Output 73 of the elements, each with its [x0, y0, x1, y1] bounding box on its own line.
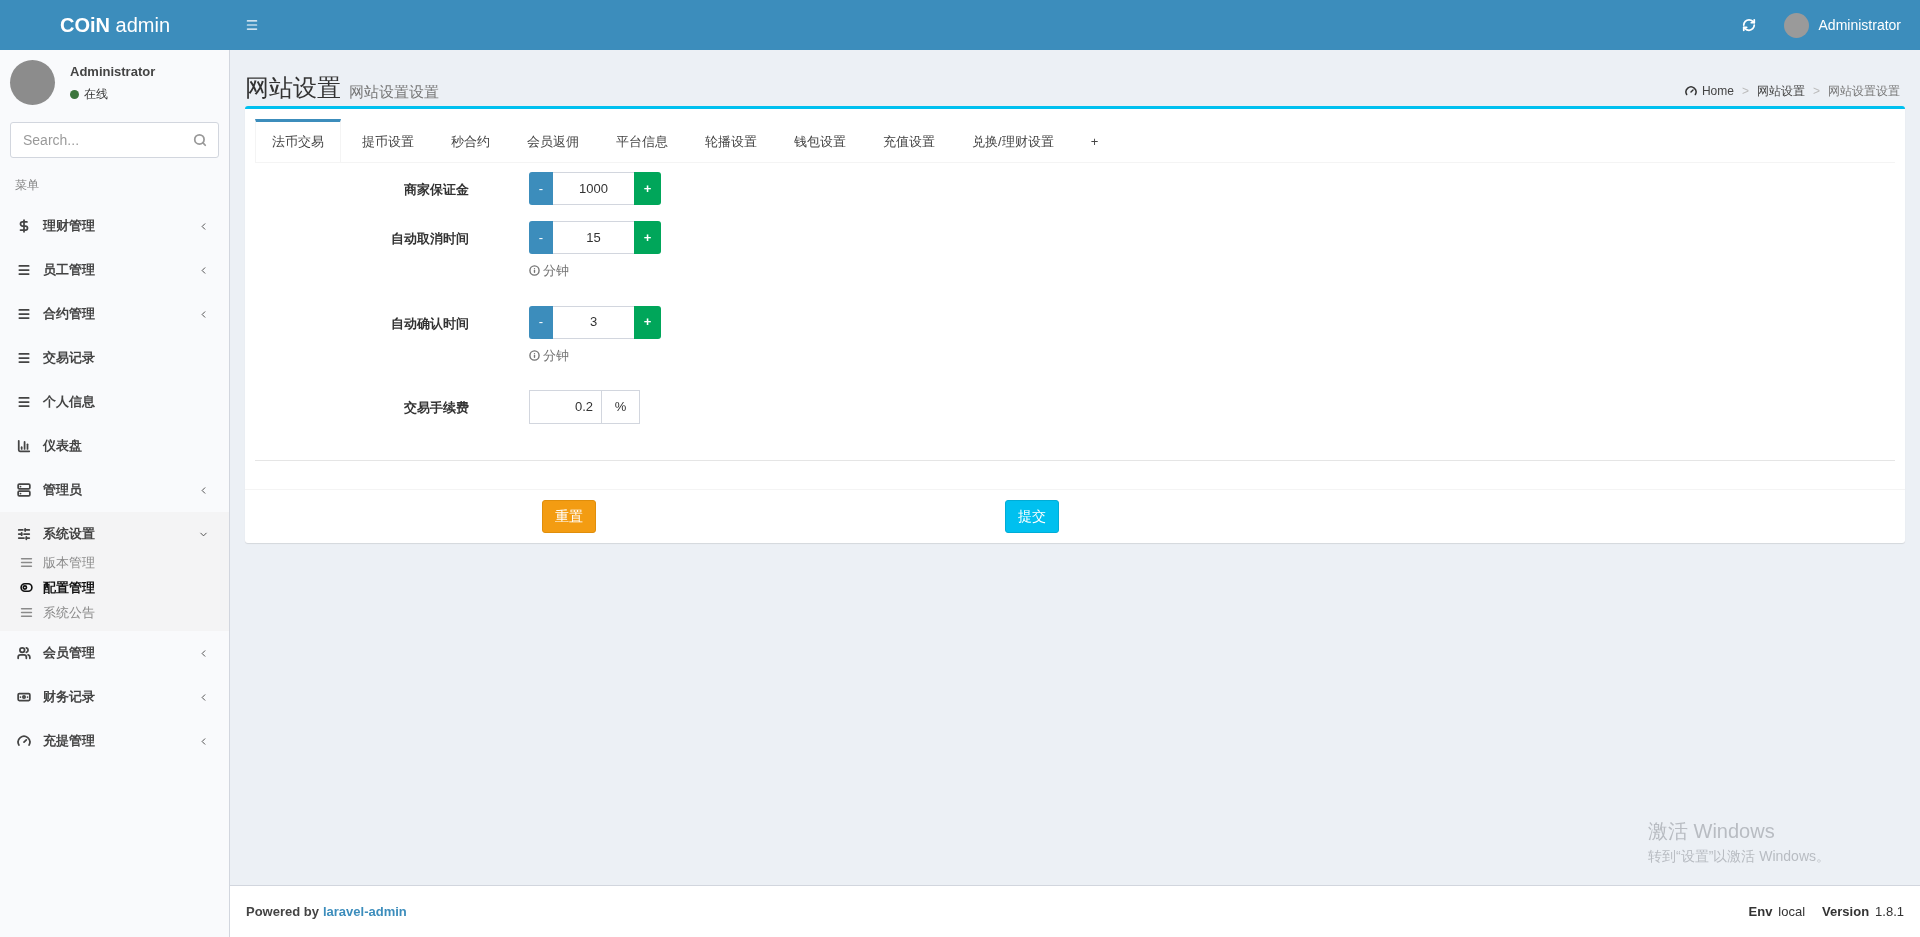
breadcrumb-link[interactable]: 网站设置	[1757, 82, 1805, 100]
info-icon	[529, 349, 540, 361]
sidebar-item[interactable]: 个人信息	[0, 380, 229, 424]
server-icon	[17, 483, 31, 497]
toggle-icon	[20, 581, 33, 594]
sidebar-item[interactable]: 充提管理	[0, 719, 229, 763]
tab[interactable]: 充值设置	[867, 119, 951, 162]
help-text: 分钟	[543, 346, 569, 365]
logo[interactable]: COiN admin	[0, 10, 230, 40]
refresh-icon[interactable]	[1741, 18, 1756, 32]
field-label: 交易手续费	[403, 399, 469, 417]
number-input[interactable]: 1000	[553, 172, 634, 205]
decrement-button[interactable]: -	[529, 305, 553, 339]
bar-chart-icon	[17, 439, 31, 453]
breadcrumb-separator: >	[1813, 83, 1820, 100]
unit-addon: %	[602, 390, 640, 424]
menu-icon	[20, 606, 33, 619]
menu-icon[interactable]	[245, 18, 259, 32]
help-text: 分钟	[543, 262, 569, 280]
env-label: Env	[1748, 902, 1773, 921]
sliders-icon	[17, 527, 31, 541]
number-input[interactable]: 0.2	[529, 390, 602, 424]
user-avatar	[10, 60, 55, 105]
menu-icon	[17, 263, 31, 277]
footer-link[interactable]: laravel-admin	[322, 901, 407, 922]
sidebar-item[interactable]: 合约管理	[0, 292, 229, 336]
user-name: Administrator	[70, 62, 156, 81]
menu-heading: 菜单	[14, 177, 40, 194]
breadcrumb-separator: >	[1741, 83, 1749, 100]
tab[interactable]: 会员返佣	[511, 119, 595, 162]
field-label: 自动取消时间	[390, 230, 469, 248]
tab[interactable]: 平台信息	[600, 119, 684, 162]
field-label: 自动确认时间	[390, 314, 469, 333]
tab[interactable]: 兑换/理财设置	[956, 119, 1070, 162]
tab[interactable]: 法币交易	[255, 119, 341, 162]
gauge-icon	[1684, 85, 1697, 97]
breadcrumb-link[interactable]: Home	[1701, 82, 1734, 100]
sidebar-item[interactable]: 理财管理	[0, 204, 229, 248]
users-icon	[17, 646, 31, 660]
menu-icon	[17, 351, 31, 365]
menu-icon	[17, 395, 31, 409]
dollar-icon	[17, 219, 31, 233]
decrement-button[interactable]: -	[529, 221, 553, 254]
sidebar-item[interactable]: 仪表盘	[0, 424, 229, 468]
env-value: local	[1778, 902, 1806, 921]
tab[interactable]: 钱包设置	[778, 119, 862, 162]
user-name[interactable]: Administrator	[1818, 14, 1901, 36]
tab[interactable]: 秒合约	[435, 119, 506, 162]
banknote-icon	[17, 690, 31, 704]
sidebar-item[interactable]: 财务记录	[0, 675, 229, 719]
version-value: 1.8.1	[1875, 902, 1904, 921]
gauge-icon	[17, 734, 31, 748]
page-subtitle: 网站设置设置	[349, 81, 439, 102]
info-icon	[529, 265, 540, 277]
sidebar-item[interactable]: 员工管理	[0, 248, 229, 292]
search-icon[interactable]	[193, 133, 207, 147]
tab[interactable]: 轮播设置	[689, 119, 773, 162]
powered-by-text: Powered by	[246, 902, 319, 921]
sidebar-item[interactable]: 交易记录	[0, 336, 229, 380]
decrement-button[interactable]: -	[529, 172, 553, 205]
submenu-item[interactable]: 配置管理	[0, 575, 229, 600]
tab[interactable]: 提币设置	[346, 119, 430, 162]
sidebar-item[interactable]: 会员管理	[0, 631, 229, 675]
menu-icon	[20, 556, 33, 569]
number-input[interactable]: 15	[553, 221, 634, 254]
menu-icon	[17, 307, 31, 321]
version-label: Version	[1822, 902, 1870, 921]
sidebar-item[interactable]: 管理员	[0, 468, 229, 512]
status-text: 在线	[84, 86, 108, 104]
search-field[interactable]: Search...	[10, 122, 219, 158]
field-label: 商家保证金	[403, 181, 469, 199]
page-title: 网站设置	[245, 73, 341, 103]
tab[interactable]: +	[1074, 119, 1115, 162]
